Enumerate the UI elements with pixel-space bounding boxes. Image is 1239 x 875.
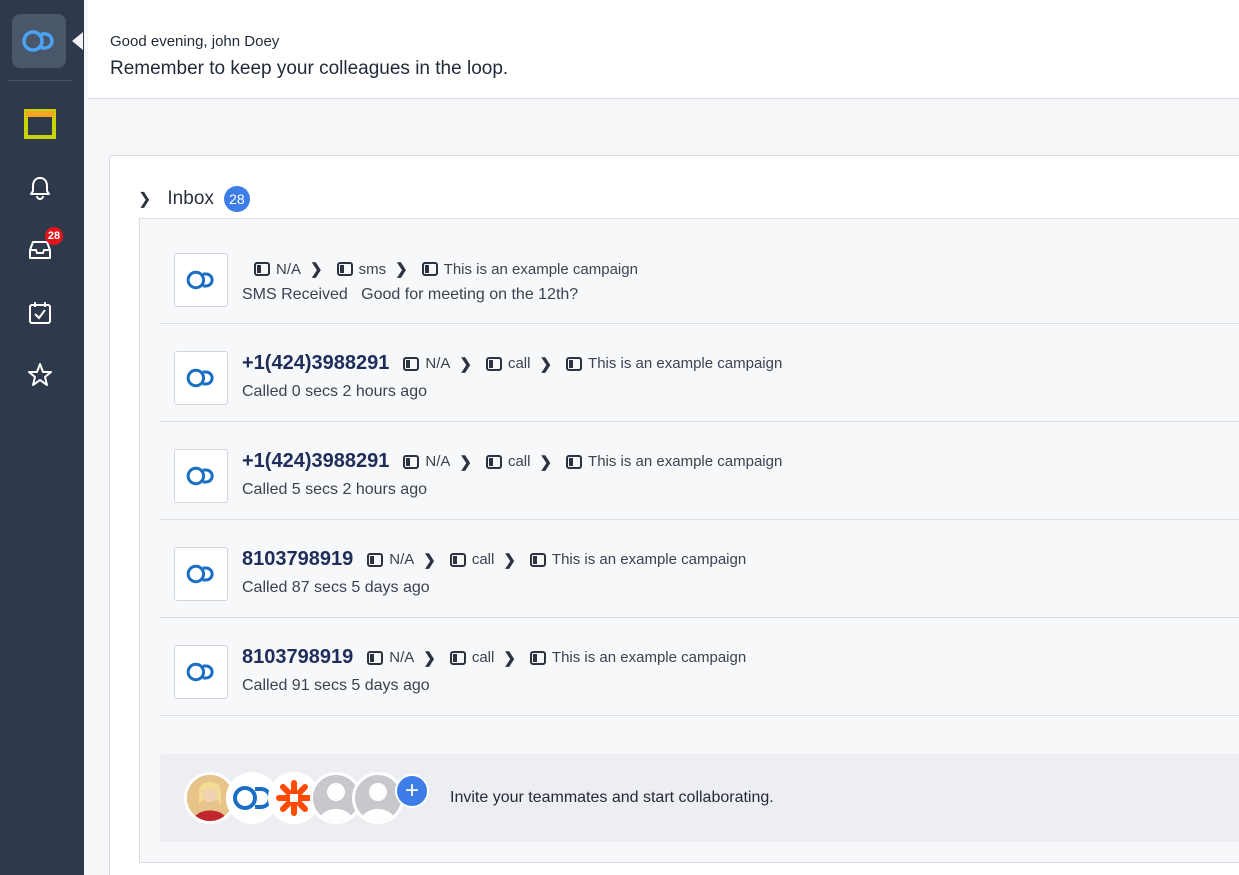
crumb-channel[interactable]: call: [485, 355, 530, 372]
crumb-contact[interactable]: N/A: [254, 261, 301, 278]
crumb-contact[interactable]: N/A: [367, 551, 414, 568]
panel-icon: [421, 262, 438, 276]
inbox-badge: 28: [45, 227, 63, 245]
inbox-item[interactable]: N/A ❯ sms ❯ This is an example campaign …: [160, 226, 1239, 324]
active-caret: [72, 32, 83, 50]
chevron-right-icon: ❯: [539, 453, 553, 471]
inbox-card: ❯ Inbox 28 N/A ❯ sms ❯ This is an exampl…: [109, 155, 1239, 875]
crumb-campaign[interactable]: This is an example campaign: [529, 649, 746, 666]
inbox-item[interactable]: 8103798919 N/A ❯ call ❯ This is an examp…: [160, 520, 1239, 618]
header: Good evening, john Doey Remember to keep…: [88, 0, 1239, 99]
item-breadcrumb: 8103798919 N/A ❯ call ❯ This is an examp…: [242, 548, 746, 571]
panel-icon: [485, 356, 502, 371]
panel-icon: [403, 454, 420, 469]
panel-icon: [485, 454, 502, 469]
chevron-right-icon: ❯: [310, 261, 323, 278]
sidebar-item-inbox[interactable]: 28: [20, 227, 63, 270]
contact-logo-icon: [174, 351, 228, 405]
crumb-campaign[interactable]: This is an example campaign: [421, 261, 638, 278]
item-phone[interactable]: 8103798919: [242, 548, 353, 571]
chevron-right-icon: ❯: [395, 261, 408, 278]
panel-icon: [403, 356, 420, 371]
inbox-item[interactable]: +1(424)3988291 N/A ❯ call ❯ This is an e…: [160, 422, 1239, 520]
inbox-header[interactable]: ❯ Inbox 28: [138, 186, 250, 212]
item-detail: Called 5 secs 2 hours ago: [242, 481, 427, 498]
chevron-right-icon: ❯: [423, 649, 436, 667]
item-breadcrumb: 8103798919 N/A ❯ call ❯ This is an examp…: [242, 646, 746, 669]
item-detail: Called 91 secs 5 days ago: [242, 677, 430, 694]
app-logo[interactable]: [12, 14, 66, 68]
panel-icon: [566, 356, 583, 371]
crumb-campaign[interactable]: This is an example campaign: [566, 355, 782, 372]
calendar-check-icon: [29, 302, 51, 324]
panel-icon: [336, 262, 353, 276]
square-outline-icon: [24, 109, 56, 139]
item-detail: SMS Received Good for meeting on the 12t…: [242, 286, 579, 303]
item-phone[interactable]: +1(424)3988291: [242, 352, 389, 375]
item-detail: Called 0 secs 2 hours ago: [242, 383, 427, 400]
inbox-item[interactable]: +1(424)3988291 N/A ❯ call ❯ This is an e…: [160, 324, 1239, 422]
inbox-title: Inbox: [167, 188, 214, 209]
item-phone[interactable]: 8103798919: [242, 646, 353, 669]
sidebar-item-tasks[interactable]: [20, 293, 60, 333]
chevron-right-icon: ❯: [423, 551, 436, 569]
item-detail: Called 87 secs 5 days ago: [242, 579, 430, 596]
sidebar-item-dashboard[interactable]: [20, 104, 60, 144]
item-breadcrumb: +1(424)3988291 N/A ❯ call ❯ This is an e…: [242, 352, 782, 375]
crumb-channel[interactable]: call: [449, 649, 494, 666]
star-icon: [28, 363, 52, 386]
chevron-right-icon[interactable]: ❯: [138, 189, 151, 209]
invite-text[interactable]: Invite your teammates and start collabor…: [450, 789, 774, 807]
panel-icon: [529, 650, 546, 665]
sidebar-item-favorites[interactable]: [20, 355, 60, 395]
panel-icon: [367, 552, 384, 567]
item-breadcrumb: +1(424)3988291 N/A ❯ call ❯ This is an e…: [242, 450, 782, 473]
crumb-channel[interactable]: call: [485, 453, 530, 470]
chevron-right-icon: ❯: [459, 355, 472, 373]
add-teammate-button[interactable]: +: [395, 774, 429, 808]
panel-icon: [254, 262, 270, 276]
contact-logo-icon: [174, 449, 228, 503]
inbox-count-badge: 28: [223, 186, 250, 212]
greeting: Good evening, john Doey: [110, 33, 280, 50]
crumb-contact[interactable]: N/A: [403, 355, 450, 372]
app-logo-icon: [22, 30, 54, 52]
chevron-right-icon: ❯: [503, 551, 516, 569]
panel-icon: [449, 552, 466, 567]
contact-logo-icon: [174, 547, 228, 601]
invite-banner: + Invite your teammates and start collab…: [160, 754, 1239, 842]
chevron-right-icon: ❯: [459, 453, 472, 471]
crumb-channel[interactable]: call: [449, 551, 494, 568]
crumb-campaign[interactable]: This is an example campaign: [529, 551, 746, 568]
bell-icon: [30, 177, 50, 200]
sidebar-item-notifications[interactable]: [20, 168, 60, 208]
contact-logo-icon: [174, 253, 228, 307]
inbox-item[interactable]: 8103798919 N/A ❯ call ❯ This is an examp…: [160, 618, 1239, 716]
crumb-campaign[interactable]: This is an example campaign: [566, 453, 782, 470]
inbox-list: N/A ❯ sms ❯ This is an example campaign …: [139, 218, 1239, 863]
sidebar-divider: [8, 80, 72, 81]
crumb-contact[interactable]: N/A: [403, 453, 450, 470]
sidebar: 28: [0, 0, 84, 875]
item-phone[interactable]: +1(424)3988291: [242, 450, 389, 473]
contact-logo-icon: [174, 645, 228, 699]
chevron-right-icon: ❯: [503, 649, 516, 667]
crumb-contact[interactable]: N/A: [367, 649, 414, 666]
header-subtitle: Remember to keep your colleagues in the …: [110, 58, 509, 79]
panel-icon: [367, 650, 384, 665]
panel-icon: [529, 552, 546, 567]
chevron-right-icon: ❯: [539, 355, 553, 373]
panel-icon: [566, 454, 583, 469]
crumb-channel[interactable]: sms: [336, 261, 386, 278]
panel-icon: [449, 650, 466, 665]
item-breadcrumb: N/A ❯ sms ❯ This is an example campaign: [254, 260, 638, 278]
